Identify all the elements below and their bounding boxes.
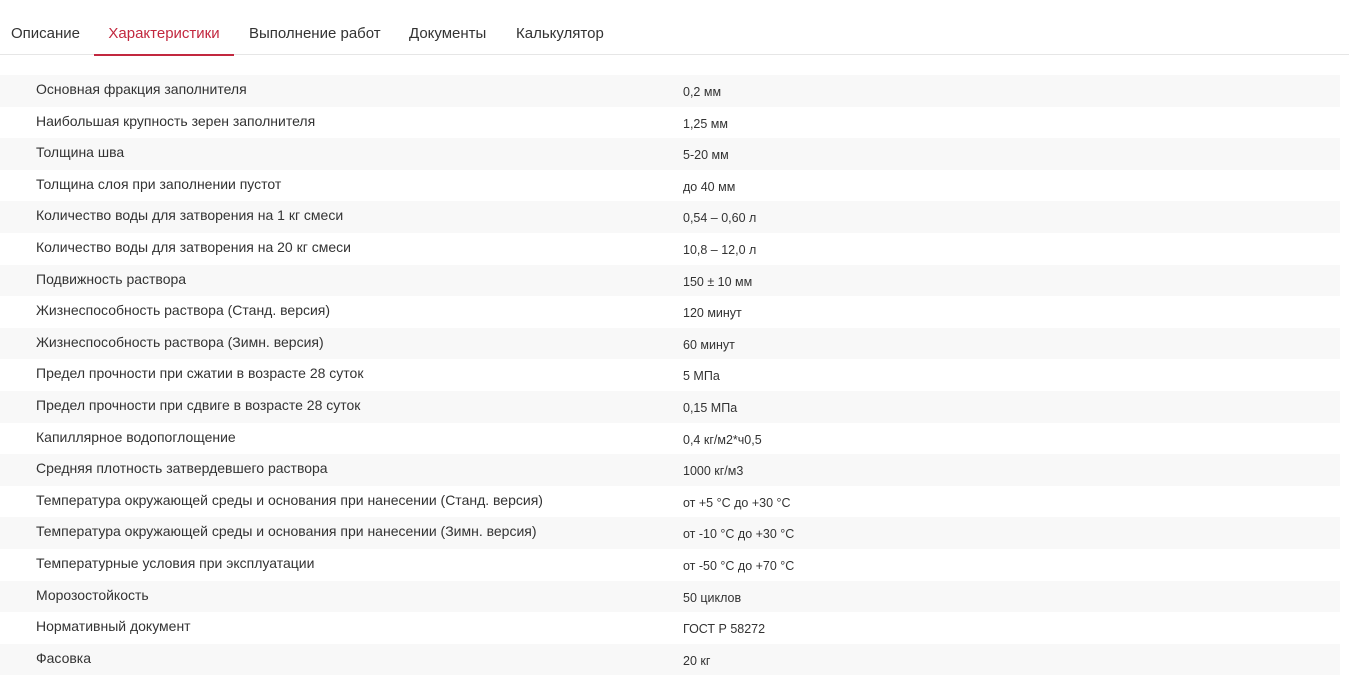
spec-value: 0,2 мм — [683, 85, 722, 99]
spec-name: Капиллярное водопоглощение — [36, 428, 236, 445]
spec-value: 5 МПа — [683, 369, 720, 384]
spec-name: Морозостойкость — [36, 586, 149, 603]
spec-name: Фасовка — [36, 649, 92, 666]
spec-row: Количество воды для затворения на 20 кг … — [0, 233, 1340, 265]
specs-table: Основная фракция заполнителя 0,2 мм Наиб… — [0, 75, 1340, 676]
spec-name: Температурные условия при эксплуатации — [36, 554, 315, 571]
spec-row: Морозостойкость 50 циклов — [0, 580, 1340, 613]
tab-calculator[interactable]: Калькулятор — [516, 0, 604, 55]
spec-row: Температура окружающей среды и основания… — [0, 517, 1340, 549]
tab-documents[interactable]: Документы — [409, 0, 486, 55]
spec-value: 50 циклов — [683, 590, 742, 605]
spec-row: Наибольшая крупность зерен заполнителя 1… — [0, 107, 1340, 139]
spec-name: Предел прочности при сдвиге в возрасте 2… — [36, 396, 361, 413]
tab-description[interactable]: Описание — [11, 0, 80, 55]
spec-row: Температурные условия при эксплуатации о… — [0, 549, 1340, 581]
spec-row: Толщина шва 5-20 мм — [0, 138, 1340, 170]
spec-row: Основная фракция заполнителя 0,2 мм — [0, 75, 1340, 107]
spec-value: до 40 мм — [683, 179, 736, 194]
spec-name: Температура окружающей среды и основания… — [36, 491, 543, 508]
spec-name: Наибольшая крупность зерен заполнителя — [36, 112, 316, 129]
spec-row: Жизнеспособность раствора (Станд. версия… — [0, 296, 1340, 328]
spec-value: 0,15 МПа — [683, 400, 738, 415]
spec-name: Толщина шва — [36, 144, 125, 161]
spec-row: Жизнеспособность раствора (Зимн. версия)… — [0, 327, 1340, 360]
tab-work-execution[interactable]: Выполнение работ — [249, 0, 381, 55]
spec-value: 120 минут — [683, 306, 742, 321]
spec-value: 1000 кг/м3 — [683, 464, 744, 479]
spec-row: Толщина слоя при заполнении пустот до 40… — [0, 170, 1340, 202]
spec-row: Средняя плотность затвердевшего раствора… — [0, 454, 1340, 486]
spec-value: ГОСТ Р 58272 — [683, 622, 766, 637]
spec-name: Подвижность раствора — [36, 270, 187, 287]
spec-name: Предел прочности при сжатии в возрасте 2… — [36, 365, 364, 382]
tab-bar: Описание Характеристики Выполнение работ… — [0, 0, 1349, 56]
spec-name: Толщина слоя при заполнении пустот — [36, 175, 282, 192]
tab-characteristics[interactable]: Характеристики — [94, 0, 234, 56]
spec-name: Жизнеспособность раствора (Станд. версия… — [36, 302, 331, 319]
spec-name: Основная фракция заполнителя — [36, 81, 247, 97]
spec-row: Температура окружающей среды и основания… — [0, 486, 1340, 518]
spec-value: 1,25 мм — [683, 116, 728, 131]
spec-value: 20 кг — [683, 653, 711, 668]
spec-value: 150 ± 10 мм — [683, 274, 753, 289]
spec-name: Количество воды для затворения на 20 кг … — [36, 238, 351, 255]
spec-row: Нормативный документ ГОСТ Р 58272 — [0, 612, 1340, 644]
spec-row: Предел прочности при сдвиге в возрасте 2… — [0, 390, 1340, 423]
spec-value: 5-20 мм — [683, 148, 729, 163]
spec-name: Средняя плотность затвердевшего раствора — [36, 460, 328, 477]
spec-value: 10,8 – 12,0 л — [683, 242, 757, 257]
spec-row: Фасовка 20 кг — [0, 643, 1340, 676]
spec-value: от -50 °C до +70 °C — [683, 558, 795, 573]
spec-value: от +5 °C до +30 °C — [683, 495, 791, 510]
spec-value: от -10 °C до +30 °C — [683, 527, 795, 542]
spec-value: 0,54 – 0,60 л — [683, 211, 757, 226]
spec-name: Жизнеспособность раствора (Зимн. версия) — [36, 333, 324, 350]
spec-row: Капиллярное водопоглощение 0,4 кг/м2*ч0,… — [0, 423, 1340, 455]
spec-row: Количество воды для затворения на 1 кг с… — [0, 201, 1340, 233]
spec-row: Подвижность раствора 150 ± 10 мм — [0, 264, 1340, 297]
spec-name: Количество воды для затворения на 1 кг с… — [36, 207, 344, 224]
spec-name: Температура окружающей среды и основания… — [36, 523, 537, 540]
spec-value: 0,4 кг/м2*ч0,5 — [683, 432, 762, 447]
spec-name: Нормативный документ — [36, 618, 191, 635]
spec-value: 60 минут — [683, 337, 735, 352]
spec-row: Предел прочности при сжатии в возрасте 2… — [0, 359, 1340, 391]
